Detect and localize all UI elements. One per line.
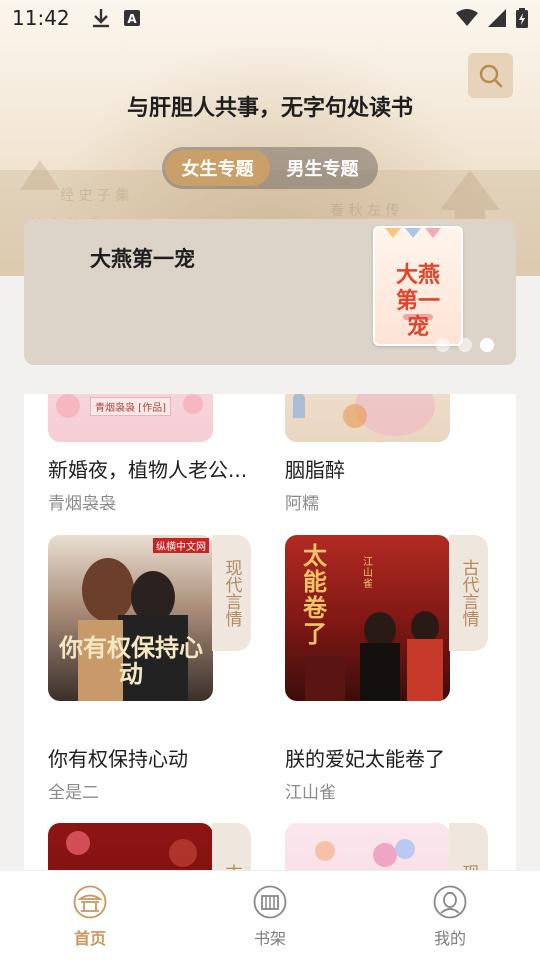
carousel-dot[interactable]	[458, 338, 472, 352]
banner-book-cover[interactable]: 大燕第一宠	[373, 226, 463, 346]
nav-bookshelf-label: 书架	[253, 929, 286, 948]
book-author[interactable]: 阿糯	[285, 489, 319, 514]
carousel-dots	[436, 338, 494, 352]
nav-bookshelf[interactable]: 书架	[180, 871, 360, 960]
book-title[interactable]: 朕的爱妃太能卷了	[285, 743, 495, 772]
profile-icon	[433, 885, 467, 919]
bookshelf-icon	[253, 885, 287, 919]
slogan: 与肝胆人共事，无字句处读书	[126, 95, 413, 121]
genre-tag: 古代	[212, 823, 251, 874]
bottom-navigation: 首页 书架 我的	[0, 870, 540, 960]
genre-tag: 现代言情	[212, 535, 251, 651]
genre-tag: 古代言情	[449, 535, 488, 651]
book-list: 青烟袅袅 [作品] 新婚夜，植物人老公... 青烟袅袅 胭脂醉 阿糯 纵横中文网…	[24, 394, 516, 874]
banner-cover-title: 大燕第一宠	[395, 262, 440, 340]
cover-caption: 太能卷了	[303, 541, 327, 648]
book-cover[interactable]	[285, 823, 450, 874]
book-title[interactable]: 新婚夜，植物人老公...	[48, 454, 258, 483]
carousel-dot-active[interactable]	[480, 338, 494, 352]
cover-art	[315, 839, 415, 867]
battery-icon	[516, 8, 528, 28]
carousel-dot[interactable]	[436, 338, 450, 352]
book-author[interactable]: 全是二	[48, 778, 99, 803]
tab-female-topics[interactable]: 女生专题	[165, 150, 270, 186]
search-button[interactable]	[468, 53, 513, 98]
status-bar: 11:42 A	[0, 0, 540, 36]
banner-title: 大燕第一宠	[90, 246, 195, 271]
cover-art	[293, 394, 435, 436]
cover-caption: 你有权保持心动	[59, 633, 203, 688]
svg-text:经 史 子 集: 经 史 子 集	[60, 187, 129, 204]
search-icon	[479, 64, 502, 87]
nav-home[interactable]: 首页	[0, 871, 180, 960]
font-a-icon: A	[123, 10, 140, 26]
book-cover[interactable]	[48, 823, 213, 874]
book-cover[interactable]	[285, 394, 450, 442]
cover-badge: 江山雀	[363, 557, 373, 590]
wifi-icon	[456, 9, 478, 26]
book-cover[interactable]: 纵横中文网 你有权保持心动	[48, 535, 213, 701]
tab-male-topics[interactable]: 男生专题	[270, 150, 375, 186]
svg-text:春 秋 左 传: 春 秋 左 传	[330, 203, 399, 219]
svg-text:A: A	[127, 12, 137, 26]
download-icon	[92, 9, 109, 28]
nav-home-label: 首页	[73, 929, 106, 948]
nav-profile-label: 我的	[433, 929, 466, 948]
book-author[interactable]: 青烟袅袅	[48, 489, 116, 514]
book-author[interactable]: 江山雀	[285, 778, 336, 803]
book-title[interactable]: 你有权保持心动	[48, 743, 258, 772]
status-time: 11:42	[12, 6, 70, 30]
cover-art	[66, 831, 197, 867]
home-pavilion-icon	[73, 885, 107, 919]
cover-badge: 纵横中文网	[153, 538, 209, 553]
book-cover[interactable]: 青烟袅袅 [作品]	[48, 394, 213, 442]
book-title[interactable]: 胭脂醉	[285, 454, 495, 483]
signal-icon	[488, 9, 506, 27]
nav-profile[interactable]: 我的	[360, 871, 540, 960]
book-cover[interactable]: 太能卷了 江山雀	[285, 535, 450, 701]
topic-tabs: 女生专题 男生专题	[162, 147, 378, 189]
genre-tag: 现代	[449, 823, 488, 874]
cover-art	[56, 394, 203, 418]
featured-banner[interactable]: 大燕第一宠 大燕第一宠	[24, 219, 516, 365]
